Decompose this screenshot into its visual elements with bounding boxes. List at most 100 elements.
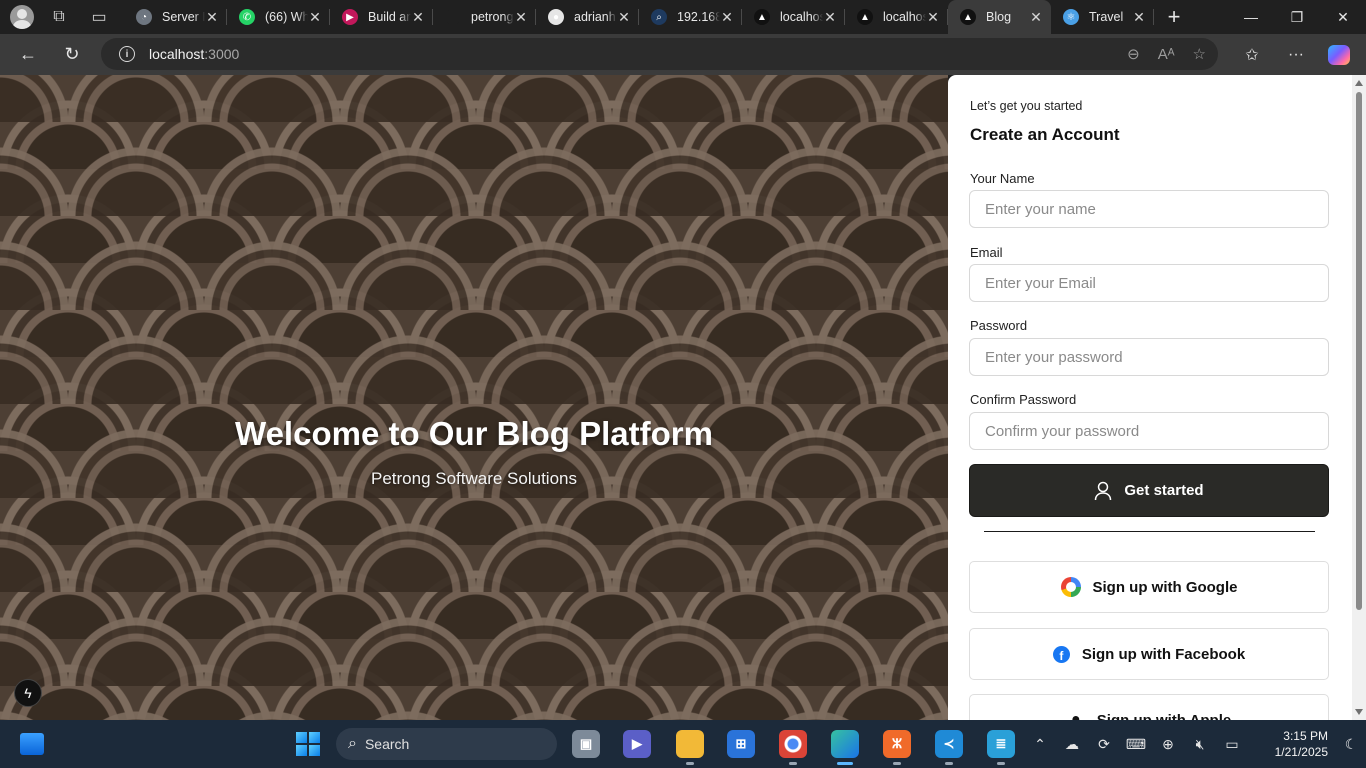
browser-tab[interactable]: ▲ localhost✕ bbox=[845, 0, 948, 34]
edge-icon[interactable] bbox=[831, 730, 859, 765]
name-input[interactable] bbox=[969, 190, 1329, 228]
new-tab-button[interactable]: + bbox=[1156, 0, 1192, 34]
tab-close-icon[interactable]: ✕ bbox=[720, 9, 734, 26]
password-input[interactable] bbox=[969, 338, 1329, 376]
user-icon bbox=[1095, 481, 1112, 500]
restore-icon[interactable]: ❐ bbox=[1274, 0, 1320, 34]
scroll-down-arrow-icon[interactable] bbox=[1355, 709, 1363, 715]
tab-close-icon[interactable]: ✕ bbox=[1029, 9, 1043, 26]
confirm-password-label: Confirm Password bbox=[970, 392, 1077, 407]
favorite-star-icon[interactable]: ☆ bbox=[1193, 45, 1206, 63]
browser-tab-bar: ⧉ ▭ ◔Server E✕✆(66) Wh✕▶Build an✕petrong… bbox=[0, 0, 1366, 34]
start-windows-icon[interactable] bbox=[296, 732, 320, 756]
email-input[interactable] bbox=[969, 264, 1329, 302]
facebook-signup-label: Sign up with Facebook bbox=[1081, 645, 1246, 663]
hero-subtitle: Petrong Software Solutions bbox=[370, 469, 577, 488]
chrome-icon[interactable] bbox=[779, 730, 807, 765]
tab-close-icon[interactable]: ✕ bbox=[514, 9, 528, 26]
more-menu-icon[interactable]: ··· bbox=[1274, 46, 1318, 64]
teams-chat-icon[interactable]: ▶ bbox=[623, 730, 651, 758]
tab-close-icon[interactable]: ✕ bbox=[205, 9, 219, 26]
tab-close-icon[interactable]: ✕ bbox=[823, 9, 837, 26]
tab-title: localhost bbox=[883, 10, 926, 24]
browser-tab[interactable]: ◔ Server E✕ bbox=[124, 0, 227, 34]
keyboard-icon[interactable]: ⌨ bbox=[1120, 736, 1152, 753]
taskbar-search-label: Search bbox=[364, 736, 410, 752]
email-label: Email bbox=[970, 245, 1003, 260]
tab-title: Server E bbox=[162, 10, 205, 24]
dev-tools-bolt-icon[interactable]: ϟ bbox=[14, 679, 42, 707]
signup-panel: Let’s get you started Create an Account … bbox=[948, 75, 1352, 720]
browser-tab[interactable]: ▶ Build an ✕ bbox=[330, 0, 433, 34]
browser-tab[interactable]: ▲ Blog ✕ bbox=[948, 0, 1051, 34]
focus-moon-icon[interactable]: ☾ bbox=[1336, 736, 1366, 753]
xampp-icon[interactable]: ⵣ bbox=[883, 730, 911, 765]
close-window-icon[interactable]: ✕ bbox=[1320, 0, 1366, 34]
widgets-icon[interactable] bbox=[20, 733, 44, 755]
read-aloud-icon[interactable]: Aᴬ bbox=[1158, 46, 1175, 63]
vertical-tabs-icon[interactable]: ▭ bbox=[82, 0, 116, 34]
profile-avatar-icon[interactable] bbox=[10, 5, 34, 29]
browser-tab[interactable]: ⌕ 192.168.✕ bbox=[639, 0, 742, 34]
browser-tab[interactable]: ✆ (66) Wh ✕ bbox=[227, 0, 330, 34]
refresh-icon[interactable]: ↻ bbox=[54, 39, 90, 71]
minimize-icon[interactable]: — bbox=[1228, 0, 1274, 34]
tab-close-icon[interactable]: ✕ bbox=[308, 9, 322, 26]
task-view-icon[interactable]: ▣ bbox=[572, 730, 600, 758]
tab-title: Travel bbox=[1089, 10, 1124, 24]
tab-title: localhost bbox=[780, 10, 823, 24]
tab-separator bbox=[1153, 9, 1154, 25]
search-icon: ⌕ bbox=[348, 735, 357, 752]
tab-favicon-icon: ⌕ bbox=[651, 9, 667, 25]
scrollbar-thumb[interactable] bbox=[1356, 92, 1362, 610]
microsoft-store-icon[interactable]: ⊞ bbox=[727, 730, 755, 758]
copilot-icon[interactable] bbox=[1328, 44, 1350, 65]
page-scrollbar[interactable] bbox=[1352, 75, 1366, 720]
show-hidden-icons-chevron-icon[interactable]: ⌃ bbox=[1024, 736, 1056, 753]
get-started-button[interactable]: Get started bbox=[969, 464, 1329, 517]
network-globe-icon[interactable]: ⊕ bbox=[1152, 736, 1184, 753]
url-host: localhost bbox=[149, 46, 205, 62]
address-bar[interactable]: i localhost:3000 ⊖ Aᴬ ☆ bbox=[101, 38, 1218, 70]
browser-toolbar: ← ↻ i localhost:3000 ⊖ Aᴬ ☆ ✩ ··· bbox=[0, 34, 1366, 75]
favorites-icon[interactable]: ✩ bbox=[1230, 45, 1274, 65]
tab-favicon-icon: ◔ bbox=[136, 9, 152, 25]
browser-tab[interactable]: ● adrianh ✕ bbox=[536, 0, 639, 34]
clock[interactable]: 3:15 PM 1/21/2025 bbox=[1248, 728, 1328, 760]
volume-muted-icon[interactable]: 🔇︎ bbox=[1184, 736, 1216, 753]
tab-favicon-icon: ▲ bbox=[754, 9, 770, 25]
system-tray: ⌃ ☁ ⟳ ⌨ ⊕ 🔇︎ ▭ 3:15 PM 1/21/2025 ☾ bbox=[1024, 720, 1366, 768]
onedrive-icon[interactable]: ☁ bbox=[1056, 736, 1088, 753]
tab-close-icon[interactable]: ✕ bbox=[411, 9, 425, 26]
get-started-label: Get started bbox=[1124, 482, 1204, 499]
tab-title: Blog bbox=[986, 10, 1012, 24]
tab-favicon-icon: ▲ bbox=[857, 9, 873, 25]
workspaces-icon[interactable]: ⧉ bbox=[42, 0, 76, 34]
scroll-up-arrow-icon[interactable] bbox=[1355, 80, 1363, 86]
facebook-signup-button[interactable]: f Sign up with Facebook bbox=[969, 628, 1329, 680]
apple-signup-button[interactable]: ● Sign up with Apple bbox=[969, 694, 1329, 720]
tab-close-icon[interactable]: ✕ bbox=[926, 9, 940, 26]
google-signup-button[interactable]: Sign up with Google bbox=[969, 561, 1329, 613]
url-text[interactable]: localhost:3000 bbox=[149, 46, 239, 62]
apple-signup-label: Sign up with Apple bbox=[1096, 711, 1232, 721]
back-arrow-icon[interactable]: ← bbox=[10, 39, 46, 71]
zoom-out-icon[interactable]: ⊖ bbox=[1127, 45, 1140, 63]
name-label: Your Name bbox=[970, 171, 1035, 186]
tab-close-icon[interactable]: ✕ bbox=[1132, 9, 1146, 26]
google-icon bbox=[1060, 577, 1081, 597]
taskbar-search[interactable]: ⌕ Search bbox=[336, 728, 557, 760]
tab-close-icon[interactable]: ✕ bbox=[617, 9, 631, 26]
divider bbox=[984, 531, 1315, 532]
confirm-password-input[interactable] bbox=[969, 412, 1329, 450]
sync-icon[interactable]: ⟳ bbox=[1088, 736, 1120, 753]
file-explorer-icon[interactable] bbox=[676, 730, 704, 765]
browser-tab[interactable]: ⚛ Travel ✕ bbox=[1051, 0, 1154, 34]
browser-tab[interactable]: ▲ localhost✕ bbox=[742, 0, 845, 34]
tab-title: petrong bbox=[471, 10, 514, 24]
site-info-icon[interactable]: i bbox=[119, 46, 135, 62]
notepad-icon[interactable]: ≣ bbox=[987, 730, 1015, 765]
browser-tab[interactable]: petrong ✕ bbox=[433, 0, 536, 34]
vscode-icon[interactable]: ≺ bbox=[935, 730, 963, 765]
battery-icon[interactable]: ▭ bbox=[1216, 736, 1248, 753]
